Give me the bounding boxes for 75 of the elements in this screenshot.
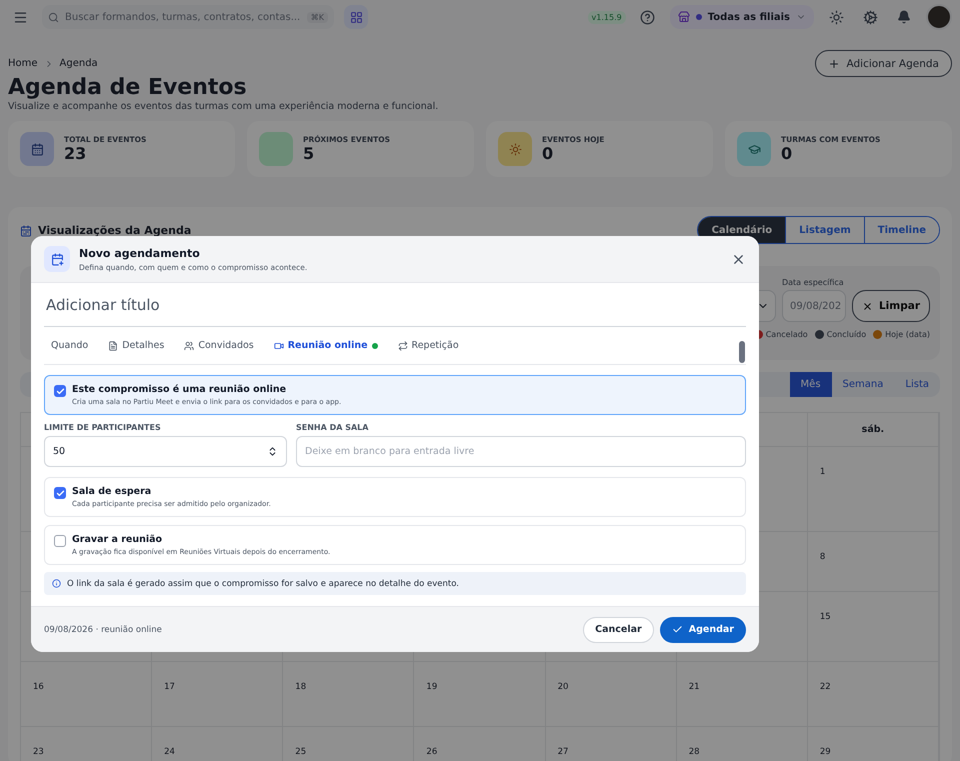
search-placeholder: Buscar formandos, turmas, contratos, contas... xyxy=(65,12,300,22)
password-field[interactable]: Deixe em branco para entrada livre xyxy=(296,436,746,467)
day-number: 21 xyxy=(688,682,700,692)
calendar-cell[interactable]: 27 xyxy=(546,726,677,761)
shortcut-key: ⌘K xyxy=(306,12,328,22)
calendar-cell[interactable]: 22 xyxy=(808,661,939,726)
stat-value: 0 xyxy=(542,144,554,163)
calendar-cell[interactable]: 20 xyxy=(546,661,677,726)
clear-button[interactable]: Limpar xyxy=(852,290,930,322)
calendar-cell[interactable]: 19 xyxy=(414,661,546,726)
breadcrumb-current: Agenda xyxy=(60,58,98,69)
day-number: 26 xyxy=(426,747,438,757)
field-label: LIMITE DE PARTICIPANTES xyxy=(44,423,162,432)
calendar-cell[interactable]: 8 xyxy=(808,531,939,591)
day-number: 23 xyxy=(33,747,44,757)
calendar-cell[interactable]: 29 xyxy=(808,726,939,761)
view-tab[interactable]: Timeline xyxy=(864,217,939,243)
day-number: 18 xyxy=(295,682,306,692)
dialog-tab[interactable]: Quando xyxy=(44,340,96,351)
mode-tab[interactable]: Lista xyxy=(894,372,940,397)
date-label: Data específica xyxy=(782,278,845,287)
day-number: 28 xyxy=(688,747,700,757)
option-label: Sala de espera xyxy=(72,486,152,497)
mode-tab[interactable]: Semana xyxy=(832,372,894,397)
date-field[interactable]: 09/08/202 xyxy=(782,290,846,322)
calendar-cell[interactable]: 21 xyxy=(676,661,808,726)
day-number: 27 xyxy=(558,747,568,757)
calendar-cell[interactable]: 16 xyxy=(21,661,152,726)
calendar-cell[interactable]: 28 xyxy=(676,726,808,761)
dialog-tab[interactable]: Repetição xyxy=(390,340,466,351)
version-badge: v1.15.9 xyxy=(588,10,626,24)
day-number: 22 xyxy=(820,682,831,692)
participant-limit-field[interactable]: 50 xyxy=(44,436,287,467)
day-number: 16 xyxy=(33,682,44,692)
calendar-cell[interactable]: 26 xyxy=(414,726,546,761)
calendar-cell[interactable]: 25 xyxy=(283,726,414,761)
day-number: 19 xyxy=(426,682,438,692)
schedule-button[interactable]: Agendar xyxy=(660,616,746,642)
dialog-tab[interactable]: Detalhes xyxy=(101,340,172,351)
day-number: 20 xyxy=(558,682,568,692)
calendar-cell[interactable]: 23 xyxy=(21,726,152,761)
calendar-cell[interactable]: 15 xyxy=(808,591,939,661)
day-number: 24 xyxy=(164,747,175,757)
field-label: SENHA DA SALA xyxy=(296,423,370,432)
breadcrumb-link[interactable]: Home xyxy=(8,58,38,69)
legend-item: Hoje (data) xyxy=(873,330,930,339)
option-label: Gravar a reunião xyxy=(72,534,164,545)
stat-value: 5 xyxy=(303,144,316,163)
stat-value: 23 xyxy=(64,144,88,163)
stat-value: 0 xyxy=(781,144,794,163)
dialog-tab[interactable]: Convidados xyxy=(177,340,261,351)
option-label: Este compromisso é uma reunião online xyxy=(72,384,288,395)
calendar-cell[interactable]: 1 xyxy=(808,446,939,531)
calendar-cell[interactable]: 17 xyxy=(152,661,284,726)
dialog-tab[interactable]: Reunião online xyxy=(266,340,385,351)
page-title: Agenda de Eventos xyxy=(8,75,248,100)
section-title: Visualizações da Agenda xyxy=(38,224,192,237)
cancel-button[interactable]: Cancelar xyxy=(583,616,654,642)
calendar-cell[interactable]: 18 xyxy=(283,661,414,726)
add-agenda-button[interactable]: Adicionar Agenda xyxy=(815,50,952,77)
dialog-summary: 09/08/2026 · reunião online xyxy=(44,624,162,634)
day-number: 1 xyxy=(820,467,826,477)
day-number: 25 xyxy=(295,747,306,757)
page-subtitle: Visualize e acompanhe os eventos das turmas com uma experiência moderna e funcional. xyxy=(8,101,440,112)
day-number: 15 xyxy=(820,612,831,622)
day-number: 29 xyxy=(820,747,831,757)
weekday-header: sáb. xyxy=(808,413,939,446)
dialog-title: Novo agendamento xyxy=(79,246,201,260)
note-text: O link da sala é gerado assim que o compromisso for salvo e aparece no detalhe do evento. xyxy=(67,578,459,588)
mode-tab[interactable]: Mês xyxy=(790,372,832,397)
day-number: 17 xyxy=(164,682,175,692)
day-number: 8 xyxy=(820,552,826,562)
legend-item: Concluído xyxy=(814,330,866,339)
calendar-cell[interactable]: 24 xyxy=(152,726,284,761)
branch-selector[interactable]: Todas as filiais xyxy=(670,5,814,29)
